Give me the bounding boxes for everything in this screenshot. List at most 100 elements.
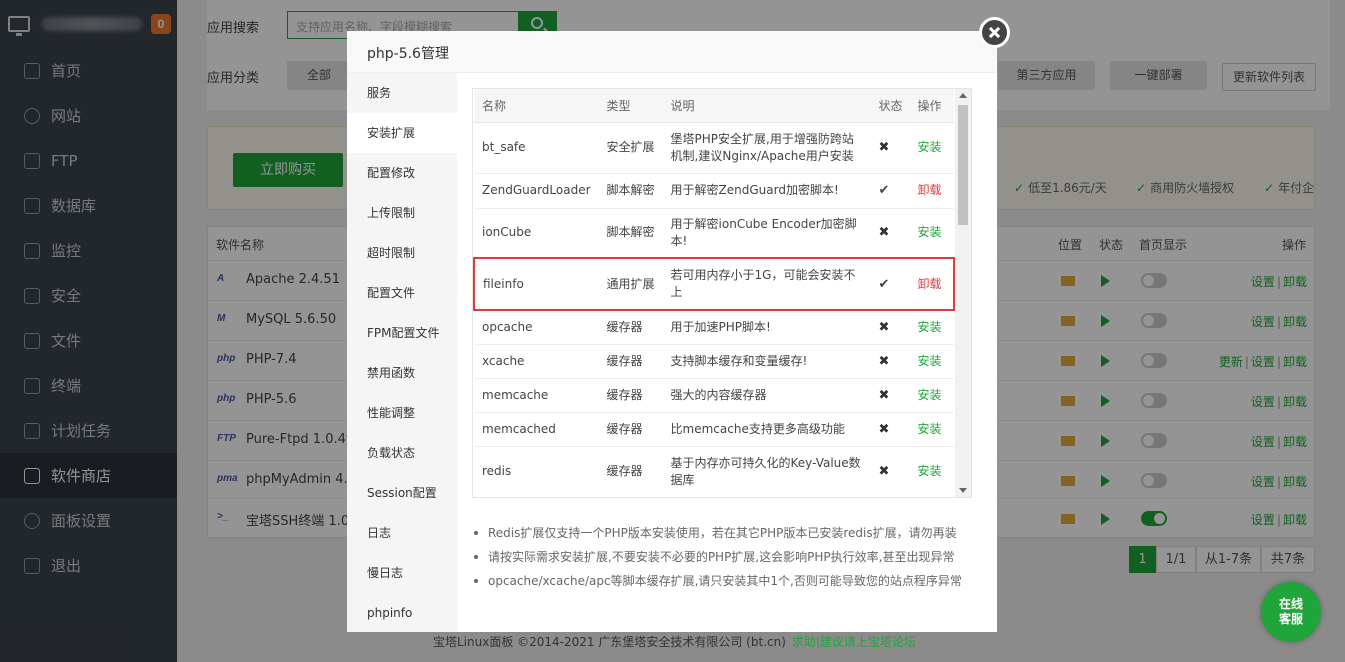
install-link[interactable]: 安装 (909, 344, 954, 379)
extension-tips: Redis扩展仅支持一个PHP版本安装使用，若在其它PHP版本已安装redis扩… (472, 521, 972, 593)
uninstall-link[interactable]: 卸载 (909, 257, 956, 311)
ext-desc: 用于解密ionCube Encoder加密脚本! (662, 208, 871, 259)
ext-type: 通用扩展 (598, 257, 663, 311)
ext-status: ✖ (870, 378, 910, 413)
extension-row: ionCube 脚本解密 用于解密ionCube Encoder加密脚本! ✖ 安装 (474, 208, 954, 259)
ext-type: 缓存器 (598, 378, 663, 413)
cross-icon: ✖ (878, 319, 890, 335)
online-support-label: 在线客服 (1278, 597, 1303, 626)
cross-icon: ✖ (878, 421, 890, 437)
dialog-menu-item[interactable]: 超时限制 (347, 233, 457, 273)
cross-icon: ✖ (878, 464, 890, 479)
ext-name: memcache (474, 378, 599, 413)
online-support-button[interactable]: 在线客服 (1261, 582, 1321, 642)
ext-name: fileinfo (473, 257, 599, 311)
footer: 宝塔Linux面板 ©2014-2021 广东堡塔安全技术有限公司 (bt.cn… (433, 633, 916, 650)
col-ext-action: 操作 (909, 89, 954, 123)
cross-icon: ✖ (878, 140, 890, 155)
ext-desc: 强大的内容缓存器 (662, 378, 871, 413)
ext-name: opcache (474, 310, 599, 345)
dialog-menu-item[interactable]: 上传限制 (347, 193, 457, 233)
ext-status: ✖ (870, 208, 910, 259)
ext-type: 缓存器 (598, 412, 663, 447)
ext-type: 脚本解密 (598, 173, 663, 209)
footer-copyright: 宝塔Linux面板 ©2014-2021 广东堡塔安全技术有限公司 (bt.cn… (433, 635, 786, 649)
ext-desc: 比memcache支持更多高级功能 (662, 412, 871, 447)
extensions-scrollbar[interactable] (955, 89, 971, 497)
extensions-table-container: 名称 类型 说明 状态 操作 bt_safe 安全扩展 堡塔PHP安全扩展,用于增强… (472, 88, 972, 498)
check-icon: ✔ (878, 183, 890, 198)
extension-row: bt_safe 安全扩展 堡塔PHP安全扩展,用于增强防跨站机制,建议Nginx/A… (474, 122, 954, 174)
col-ext-type: 类型 (598, 89, 663, 123)
dialog-menu-item[interactable]: 性能调整 (347, 393, 457, 433)
ext-status: ✖ (870, 344, 910, 379)
ext-name: bt_safe (474, 122, 599, 174)
tip-item: opcache/xcache/apc等脚本缓存扩展,请只安装其中1个,否则可能导… (472, 569, 972, 593)
install-link[interactable]: 安装 (909, 412, 954, 447)
dialog-menu-item[interactable]: 配置修改 (347, 153, 457, 193)
install-link[interactable]: 安装 (909, 446, 954, 497)
ext-desc: 堡塔PHP安全扩展,用于增强防跨站机制,建议Nginx/Apache用户安装 (662, 122, 871, 174)
dialog-title: php-5.6管理 (347, 31, 997, 73)
php-manager-dialog: php-5.6管理 服务 安装扩展 配置修改 上传限制 超时限制 配置文件 FPM配置文件禁… (347, 31, 997, 632)
ext-name: redis (474, 446, 599, 497)
ext-name: memcached (474, 412, 599, 447)
footer-forum-link[interactable]: 求助|建议请上宝塔论坛 (792, 635, 916, 649)
dialog-menu-item[interactable]: 配置文件 (347, 273, 457, 313)
ext-status: ✔ (870, 173, 910, 209)
dialog-menu: 服务 安装扩展 配置修改 上传限制 超时限制 配置文件 FPM配置文件 禁用函数 性能调整 负载状… (347, 73, 457, 632)
ext-desc: 基于内存亦可持久化的Key-Value数据库 (662, 446, 871, 497)
extension-row: redis 缓存器 基于内存亦可持久化的Key-Value数据库 ✖ 安装 (474, 446, 954, 497)
cross-icon: ✖ (878, 387, 890, 403)
tip-item: 请按实际需求安装扩展,不要安装不必要的PHP扩展,这会影响PHP执行效率,甚至出… (472, 545, 972, 569)
ext-type: 安全扩展 (598, 122, 663, 174)
ext-desc: 若可用内存小于1G，可能会安装不上 (662, 257, 871, 311)
dialog-menu-item[interactable]: Session配置 (347, 473, 457, 513)
extension-row: memcached 缓存器 比memcache支持更多高级功能 ✖ 安装 (474, 412, 954, 447)
ext-type: 缓存器 (598, 310, 663, 345)
dialog-menu-item[interactable]: 服务 (347, 73, 457, 113)
dialog-menu-item[interactable]: 禁用函数 (347, 353, 457, 393)
ext-desc: 用于解密ZendGuard加密脚本! (662, 173, 871, 209)
scrollbar-thumb[interactable] (958, 105, 968, 225)
cross-icon: ✖ (878, 353, 890, 369)
extension-row: ZendGuardLoader 脚本解密 用于解密ZendGuard加密脚本! ✔ 卸载 (474, 173, 954, 209)
dialog-menu-item[interactable]: 慢日志 (347, 553, 457, 593)
tip-item: Redis扩展仅支持一个PHP版本安装使用，若在其它PHP版本已安装redis扩… (472, 521, 972, 545)
install-link[interactable]: 安装 (909, 310, 954, 345)
ext-status: ✖ (870, 122, 910, 174)
col-ext-status: 状态 (870, 89, 910, 123)
ext-desc: 支持脚本缓存和变量缓存! (662, 344, 871, 379)
extension-row: opcache 缓存器 用于加速PHP脚本! ✖ 安装 (474, 310, 954, 345)
ext-name: ZendGuardLoader (474, 173, 599, 209)
extension-row: fileinfo 通用扩展 若可用内存小于1G，可能会安装不上 ✔ 卸载 (473, 257, 956, 311)
scroll-up-icon[interactable] (959, 93, 967, 98)
dialog-menu-item[interactable]: 负载状态 (347, 433, 457, 473)
ext-type: 缓存器 (598, 446, 663, 497)
install-link[interactable]: 安装 (909, 208, 954, 259)
ext-status: ✖ (870, 310, 910, 345)
dialog-menu-item[interactable]: 日志 (347, 513, 457, 553)
extension-row: memcache 缓存器 强大的内容缓存器 ✖ 安装 (474, 378, 954, 413)
ext-name: xcache (474, 344, 599, 379)
install-link[interactable]: 安装 (909, 378, 954, 413)
dialog-menu-item[interactable]: 安装扩展 (347, 113, 457, 153)
ext-type: 缓存器 (598, 344, 663, 379)
scroll-down-icon[interactable] (959, 488, 967, 493)
extension-row: xcache 缓存器 支持脚本缓存和变量缓存! ✖ 安装 (474, 344, 954, 379)
close-dialog-button[interactable] (979, 17, 1010, 48)
check-icon: ✔ (878, 276, 890, 292)
cross-icon: ✖ (878, 225, 890, 241)
uninstall-link[interactable]: 卸载 (909, 173, 954, 209)
install-link[interactable]: 安装 (909, 122, 954, 174)
ext-status: ✖ (870, 412, 910, 447)
ext-type: 脚本解密 (598, 208, 663, 259)
extensions-table: 名称 类型 说明 状态 操作 bt_safe 安全扩展 堡塔PHP安全扩展,用于增强… (473, 89, 956, 497)
col-ext-name: 名称 (474, 89, 599, 123)
ext-desc: 用于加速PHP脚本! (662, 310, 871, 345)
dialog-menu-item[interactable]: FPM配置文件 (347, 313, 457, 353)
col-ext-desc: 说明 (662, 89, 871, 123)
ext-status: ✔ (870, 257, 910, 311)
ext-status: ✖ (870, 446, 910, 497)
dialog-menu-item[interactable]: phpinfo (347, 593, 457, 633)
